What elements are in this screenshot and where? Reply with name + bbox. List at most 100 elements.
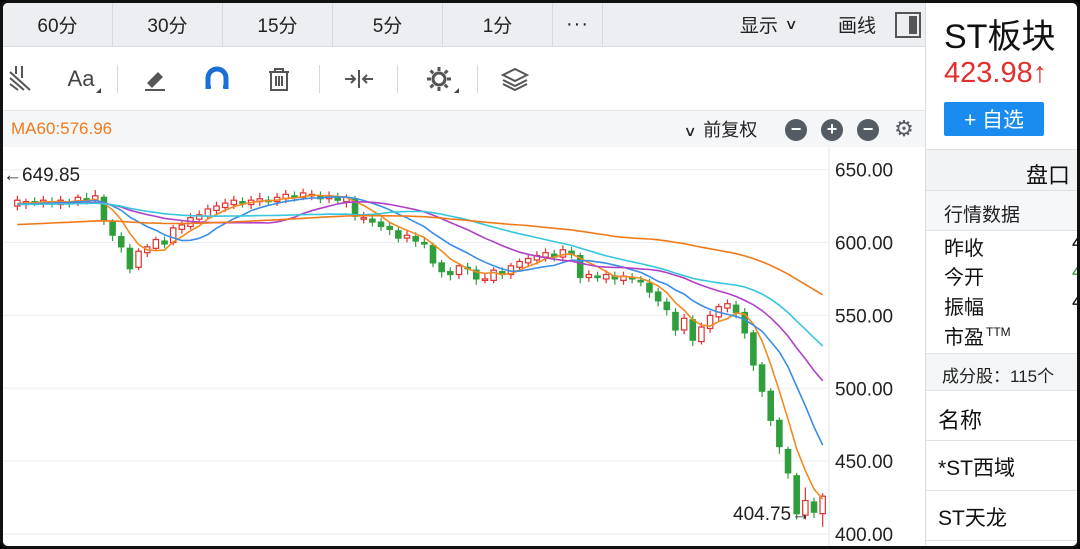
candle-up — [481, 278, 489, 282]
toolbar-divider — [397, 65, 398, 93]
drawing-toolbar: Aa — [3, 47, 925, 111]
gear-icon[interactable]: ⚙ — [893, 118, 915, 141]
toolbar-divider — [477, 65, 478, 93]
sector-title: ST板块 — [944, 18, 1056, 56]
eraser-tool[interactable] — [137, 47, 173, 111]
y-tick-label: 500.00 — [835, 379, 893, 400]
settings-icon — [427, 67, 451, 91]
y-tick-label: 600.00 — [835, 233, 893, 254]
price-value: 423.98 — [944, 57, 1033, 89]
ma20-line — [17, 201, 824, 382]
candle-up — [135, 250, 142, 268]
y-tick-label: 550.00 — [835, 306, 893, 327]
candle-down — [689, 319, 697, 341]
candle-down — [776, 419, 783, 448]
settings-tool[interactable] — [417, 47, 461, 111]
text-tool[interactable]: Aa — [59, 47, 103, 111]
add-watchlist-button[interactable]: + 自选 — [944, 102, 1044, 136]
candle-up — [230, 199, 238, 206]
name-header-label: 名称 — [938, 408, 983, 433]
candle-down — [447, 271, 454, 276]
ma60-readout: MA60:576.96 — [11, 119, 113, 138]
layers-icon — [500, 67, 530, 92]
period-tab-5m[interactable]: 5分 — [333, 3, 443, 47]
layout-toggle-button[interactable] — [891, 3, 925, 47]
name-column-header: 名称 — [926, 391, 1077, 441]
quote-label: 振幅 — [944, 297, 984, 319]
fibonacci-tool[interactable] — [3, 47, 43, 111]
candle-up — [204, 208, 212, 217]
high-price-label: ←649.85 — [3, 165, 80, 186]
zoom-in-button[interactable]: + — [821, 119, 843, 141]
font-icon: Aa — [67, 66, 95, 91]
quote-value: 4 — [1072, 291, 1077, 314]
candle-down — [429, 244, 437, 264]
period-bar-spacer — [603, 3, 713, 47]
candle-up — [152, 238, 160, 249]
candle-up — [455, 265, 463, 276]
quote-row-open: 今开 4 — [944, 261, 1077, 290]
candle-up — [178, 224, 186, 230]
layers-tool[interactable] — [497, 47, 533, 111]
stock-name: ST天龙 — [938, 507, 1007, 530]
collapse-button[interactable]: − — [857, 119, 879, 141]
period-tab-60m[interactable]: 60分 — [3, 3, 113, 47]
quote-panel: ST板块 423.98↑ + 自选 盘口 行情数据 昨收 4 今开 4 振幅 4… — [925, 3, 1077, 546]
display-menu-button[interactable]: 显示 ∨ — [713, 3, 823, 47]
candle-down — [784, 448, 792, 474]
candle-down — [109, 221, 116, 236]
trash-icon — [269, 68, 289, 91]
list-item[interactable]: *ST西域 — [926, 441, 1077, 491]
quote-label: 市盈 — [944, 327, 984, 349]
candle-down — [758, 364, 766, 392]
candle-up — [724, 303, 731, 309]
constituents-count: 成分股：115个 — [942, 367, 1055, 386]
order-book-label: 盘口 — [1025, 163, 1070, 188]
candle-up — [542, 252, 549, 258]
candle-down — [126, 247, 134, 270]
draw-line-button[interactable]: 画线 — [823, 3, 891, 47]
ttm-superscript: TTM — [986, 325, 1011, 339]
candlestick-chart[interactable]: 650.00 600.00 550.00 500.00 450.00 400.00 ←649… — [3, 147, 925, 546]
quote-label: 今开 — [944, 267, 984, 289]
candle-down — [438, 262, 445, 273]
magnet-icon — [205, 66, 229, 89]
candle-down — [421, 241, 428, 245]
magnet-tool[interactable] — [199, 47, 235, 111]
submenu-triangle-icon — [96, 88, 101, 93]
submenu-triangle-icon — [454, 88, 459, 93]
candle-down — [637, 279, 645, 283]
quote-data-label: 行情数据 — [944, 205, 1021, 226]
period-tab-30m[interactable]: 30分 — [113, 3, 223, 47]
fit-width-tool[interactable] — [339, 47, 379, 111]
eraser-icon — [145, 72, 165, 91]
order-book-tab[interactable]: 盘口 — [926, 149, 1077, 191]
quote-value: 4 — [1072, 261, 1077, 284]
candle-up — [698, 326, 705, 343]
y-tick-label: 450.00 — [835, 452, 893, 473]
y-tick-label: 650.00 — [835, 161, 893, 182]
quote-row-amplitude: 振幅 4 — [944, 291, 1077, 320]
stock-name: *ST西域 — [938, 457, 1016, 480]
constituents-header: 成分股：115个 — [926, 353, 1077, 391]
panel-layout-icon — [895, 11, 921, 38]
price-adjust-dropdown[interactable]: ∨ 前复权 — [683, 116, 757, 142]
low-price-label: 404.75→ — [733, 504, 810, 525]
quote-data-header: 行情数据 — [926, 191, 1077, 231]
list-item[interactable]: ST天龙 — [926, 491, 1077, 541]
y-tick-label: 400.00 — [835, 525, 893, 546]
period-tab-1m[interactable]: 1分 — [443, 3, 553, 47]
toolbar-divider — [117, 65, 118, 93]
ma10-line — [17, 196, 824, 446]
candle-down — [161, 240, 168, 245]
more-periods-button[interactable]: ··· — [553, 3, 603, 47]
candle-down — [810, 501, 818, 513]
app-window: 60分 30分 15分 5分 1分 ··· 显示 ∨ 画线 Aa MA60:57… — [0, 0, 1080, 549]
fit-width-icon — [345, 70, 373, 88]
indicator-bar: MA60:576.96 ∨ 前复权 − + − ⚙ — [3, 111, 925, 147]
delete-tool[interactable] — [261, 47, 297, 111]
period-tab-15m[interactable]: 15分 — [223, 3, 333, 47]
zoom-out-button[interactable]: − — [785, 119, 807, 141]
period-bar: 60分 30分 15分 5分 1分 ··· 显示 ∨ 画线 — [3, 3, 925, 47]
candle-down — [672, 311, 679, 331]
